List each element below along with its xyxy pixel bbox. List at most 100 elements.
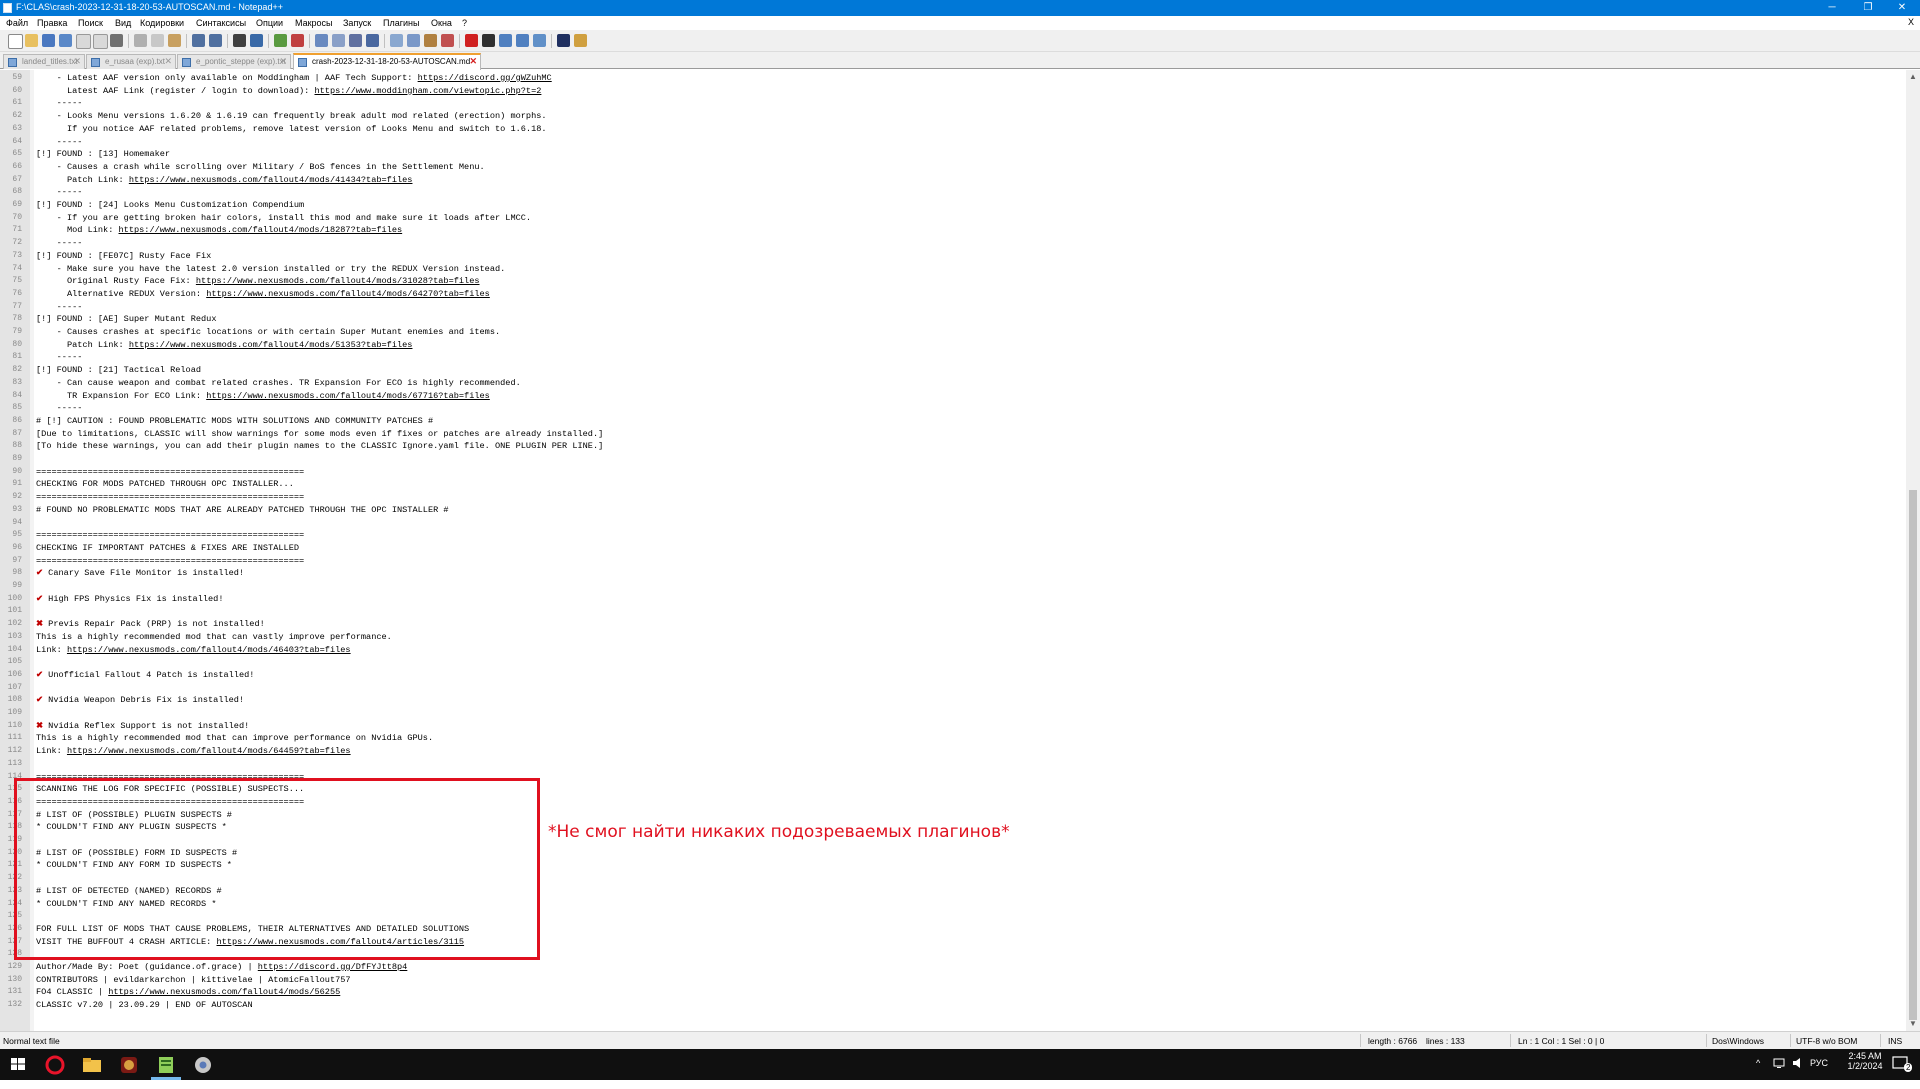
editor-line[interactable]: 129 Author/Made By: Poet (guidance.of.gra…: [0, 961, 1900, 974]
editor-line[interactable]: 112 Link: https://www.nexusmods.com/fallo…: [0, 745, 1900, 758]
menu-encoding[interactable]: Кодировки: [140, 18, 184, 28]
url-link[interactable]: https://www.moddingham.com/viewtopic.php…: [314, 86, 541, 96]
scroll-up-icon[interactable]: ▲: [1906, 70, 1920, 84]
menu-macros[interactable]: Макросы: [295, 18, 333, 28]
url-link[interactable]: https://www.nexusmods.com/fallout4/mods/…: [129, 340, 413, 350]
monitoring-icon[interactable]: [441, 34, 454, 47]
play-macro-icon[interactable]: [499, 34, 512, 47]
menu-view[interactable]: Вид: [115, 18, 131, 28]
close-document-button[interactable]: X: [1908, 17, 1914, 27]
stop-macro-icon[interactable]: [482, 34, 495, 47]
editor-line[interactable]: 63 If you notice AAF related problems, r…: [0, 123, 1900, 136]
copy-icon[interactable]: [151, 34, 164, 47]
editor-line[interactable]: 95 ======================================…: [0, 529, 1900, 542]
paste-icon[interactable]: [168, 34, 181, 47]
zoom-out-icon[interactable]: [291, 34, 304, 47]
editor-line[interactable]: 96 CHECKING IF IMPORTANT PATCHES & FIXES …: [0, 542, 1900, 555]
function-list-icon[interactable]: [407, 34, 420, 47]
speaker-icon[interactable]: [1792, 1057, 1806, 1069]
editor-line[interactable]: 64 -----: [0, 136, 1900, 149]
editor-line[interactable]: 85 -----: [0, 402, 1900, 415]
editor-line[interactable]: 61 -----: [0, 97, 1900, 110]
encoding-label[interactable]: UTF-8 w/o BOM: [1796, 1036, 1857, 1046]
editor-line[interactable]: 109: [0, 707, 1900, 720]
eol-label[interactable]: Dos\Windows: [1712, 1036, 1764, 1046]
spell-check-icon[interactable]: [557, 34, 570, 47]
notifications-icon[interactable]: 2: [1892, 1055, 1913, 1073]
scrollbar-thumb[interactable]: [1909, 490, 1917, 1020]
tab-close-icon[interactable]: ✕: [73, 56, 81, 67]
menu-help[interactable]: ?: [462, 18, 467, 28]
editor-line[interactable]: 100 ✔ High FPS Physics Fix is installed!: [0, 593, 1900, 606]
find-icon[interactable]: [233, 34, 246, 47]
editor-line[interactable]: 106 ✔ Unofficial Fallout 4 Patch is insta…: [0, 669, 1900, 682]
clock[interactable]: 2:45 AM 1/2/2024: [1840, 1051, 1890, 1082]
menu-options[interactable]: Опции: [256, 18, 283, 28]
url-link[interactable]: https://www.nexusmods.com/fallout4/mods/…: [129, 175, 413, 185]
scroll-down-icon[interactable]: ▼: [1906, 1017, 1920, 1031]
menu-plugins[interactable]: Плагины: [383, 18, 419, 28]
tab-landed-titles[interactable]: landed_titles.txt ✕: [3, 54, 85, 69]
notepadpp-taskbar-icon[interactable]: [155, 1054, 177, 1076]
open-file-icon[interactable]: [25, 34, 38, 47]
editor-line[interactable]: 70 - If you are getting broken hair colo…: [0, 212, 1900, 225]
run-macro-multiple-icon[interactable]: [516, 34, 529, 47]
show-all-chars-icon[interactable]: [349, 34, 362, 47]
editor-line[interactable]: 132 CLASSIC v7.20 | 23.09.29 | END OF AUT…: [0, 999, 1900, 1012]
undo-icon[interactable]: [192, 34, 205, 47]
editor-line[interactable]: 131 FO4 CLASSIC | https://www.nexusmods.c…: [0, 986, 1900, 999]
url-link[interactable]: https://discord.gg/gWZuhMC: [418, 73, 552, 83]
maximize-button[interactable]: ❐: [1850, 0, 1886, 16]
save-all-icon[interactable]: [59, 34, 72, 47]
vertical-scrollbar[interactable]: ▲ ▼: [1906, 70, 1920, 1031]
editor-line[interactable]: 72 -----: [0, 237, 1900, 250]
menu-file[interactable]: Файл: [6, 18, 28, 28]
menu-syntax[interactable]: Синтаксисы: [196, 18, 246, 28]
new-file-icon[interactable]: [8, 34, 23, 49]
menu-run[interactable]: Запуск: [343, 18, 371, 28]
replace-icon[interactable]: [250, 34, 263, 47]
doc-map-icon[interactable]: [390, 34, 403, 47]
sync-scroll-icon[interactable]: [315, 34, 328, 47]
editor-line[interactable]: 93 # FOUND NO PROBLEMATIC MODS THAT ARE A…: [0, 504, 1900, 517]
url-link[interactable]: https://www.nexusmods.com/fallout4/mods/…: [206, 391, 490, 401]
editor-line[interactable]: 111 This is a highly recommended mod that…: [0, 732, 1900, 745]
editor-line[interactable]: 94: [0, 517, 1900, 530]
zoom-in-icon[interactable]: [274, 34, 287, 47]
editor-line[interactable]: 79 - Causes crashes at specific location…: [0, 326, 1900, 339]
editor-line[interactable]: 65 [!] FOUND : [13] Homemaker: [0, 148, 1900, 161]
windows-start-icon[interactable]: [8, 1054, 30, 1076]
tab-close-icon[interactable]: ✕: [469, 56, 477, 67]
editor-line[interactable]: 83 - Can cause weapon and combat related…: [0, 377, 1900, 390]
editor-line[interactable]: 68 -----: [0, 186, 1900, 199]
editor-line[interactable]: 82 [!] FOUND : [21] Tactical Reload: [0, 364, 1900, 377]
editor-line[interactable]: 90 ======================================…: [0, 466, 1900, 479]
editor-line[interactable]: 104 Link: https://www.nexusmods.com/fallo…: [0, 644, 1900, 657]
editor-line[interactable]: 86 # [!] CAUTION : FOUND PROBLEMATIC MODS…: [0, 415, 1900, 428]
editor-line[interactable]: 99: [0, 580, 1900, 593]
tab-e-pontic-steppe[interactable]: e_pontic_steppe (exp).txt ✕: [177, 54, 291, 69]
url-link[interactable]: https://www.nexusmods.com/fallout4/mods/…: [196, 276, 480, 286]
menu-windows[interactable]: Окна: [431, 18, 452, 28]
editor-line[interactable]: 78 [!] FOUND : [AE] Super Mutant Redux: [0, 313, 1900, 326]
editor-line[interactable]: 105: [0, 656, 1900, 669]
tab-close-icon[interactable]: ✕: [164, 56, 172, 67]
minimize-button[interactable]: ─: [1814, 0, 1850, 16]
url-link[interactable]: https://www.nexusmods.com/fallout4/mods/…: [67, 746, 351, 756]
record-macro-icon[interactable]: [465, 34, 478, 47]
url-link[interactable]: https://www.nexusmods.com/fallout4/mods/…: [67, 645, 351, 655]
game-app-icon[interactable]: [118, 1054, 140, 1076]
editor-line[interactable]: 87 [Due to limitations, CLASSIC will show…: [0, 428, 1900, 441]
file-explorer-icon[interactable]: [81, 1054, 103, 1076]
print-icon[interactable]: [110, 34, 123, 47]
close-file-icon[interactable]: [76, 34, 91, 49]
editor-line[interactable]: 113: [0, 758, 1900, 771]
url-link[interactable]: https://www.nexusmods.com/fallout4/mods/…: [119, 225, 403, 235]
opera-browser-icon[interactable]: [44, 1054, 66, 1076]
language-indicator[interactable]: РУС: [1810, 1058, 1828, 1089]
editor-line[interactable]: 102 ✖ Previs Repair Pack (PRP) is not ins…: [0, 618, 1900, 631]
editor-line[interactable]: 88 [To hide these warnings, you can add t…: [0, 440, 1900, 453]
editor-line[interactable]: 66 - Causes a crash while scrolling over…: [0, 161, 1900, 174]
editor-line[interactable]: 89: [0, 453, 1900, 466]
editor-line[interactable]: 69 [!] FOUND : [24] Looks Menu Customizat…: [0, 199, 1900, 212]
